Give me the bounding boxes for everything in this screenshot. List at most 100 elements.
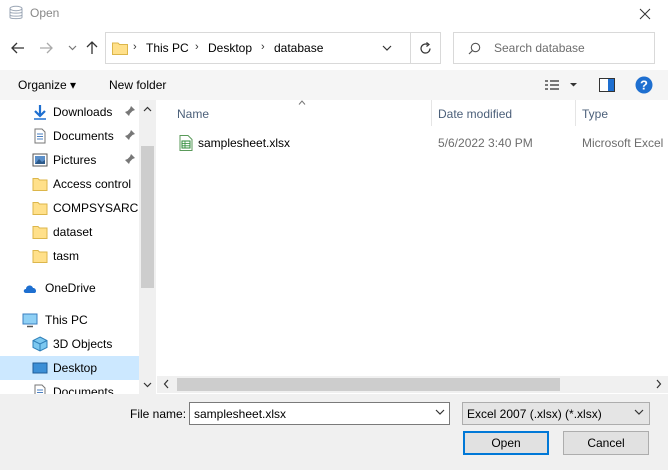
scroll-right-icon bbox=[656, 379, 662, 389]
sidebar-item-label: Documents bbox=[53, 385, 114, 394]
title-bar: Open bbox=[0, 0, 668, 28]
back-button[interactable] bbox=[8, 38, 28, 58]
folder-icon bbox=[32, 178, 48, 191]
search-icon bbox=[468, 42, 481, 55]
folder-icon bbox=[32, 226, 48, 239]
cube-icon bbox=[32, 336, 48, 352]
sidebar-item-compsysarch[interactable]: COMPSYSARCH bbox=[0, 196, 147, 220]
scroll-up-icon bbox=[143, 106, 152, 112]
sidebar-item-label: 3D Objects bbox=[53, 337, 113, 351]
pin-icon bbox=[125, 154, 135, 164]
up-button[interactable] bbox=[82, 38, 102, 58]
column-header-date-modified[interactable]: Date modified bbox=[438, 107, 512, 121]
forward-button[interactable] bbox=[36, 38, 56, 58]
chevron-down-icon[interactable] bbox=[435, 409, 445, 415]
sidebar-item-access-control[interactable]: Access control bbox=[0, 172, 139, 196]
pin-icon bbox=[125, 130, 135, 140]
sidebar-item-downloads[interactable]: Downloads bbox=[0, 100, 139, 124]
search-input[interactable] bbox=[494, 39, 649, 57]
sort-ascending-icon bbox=[298, 100, 306, 105]
chevron-down-icon bbox=[634, 409, 644, 415]
scroll-down-icon bbox=[143, 382, 152, 388]
help-button[interactable]: ? bbox=[635, 76, 653, 97]
file-date-modified: 5/6/2022 3:40 PM bbox=[438, 136, 533, 150]
dialog-footer: File name: Excel 2007 (.xlsx) (*.xlsx) O… bbox=[0, 394, 668, 470]
help-icon: ? bbox=[635, 76, 653, 94]
computer-icon bbox=[22, 313, 38, 328]
file-list: Name Date modified Type samplesheet.xlsx… bbox=[157, 100, 668, 376]
column-divider[interactable] bbox=[431, 100, 432, 126]
scrollbar-thumb[interactable] bbox=[177, 378, 560, 391]
folder-icon bbox=[112, 42, 128, 55]
sidebar-item-label: COMPSYSARCH bbox=[53, 201, 148, 215]
column-divider[interactable] bbox=[575, 100, 576, 126]
breadcrumb-this-pc[interactable]: This PC bbox=[146, 41, 189, 55]
sidebar-item-onedrive[interactable]: OneDrive bbox=[0, 276, 139, 300]
file-name-combobox[interactable] bbox=[189, 402, 450, 425]
sidebar-item-label: This PC bbox=[45, 313, 88, 327]
navigation-pane: Downloads Documents Pictures Access cont… bbox=[0, 100, 156, 394]
refresh-button[interactable] bbox=[410, 32, 440, 64]
organize-button[interactable]: Organize ▾ bbox=[18, 78, 76, 92]
folder-icon bbox=[32, 202, 48, 215]
document-icon bbox=[34, 384, 46, 394]
sidebar-item-documents-pc[interactable]: Documents bbox=[0, 380, 139, 394]
details-view-icon bbox=[545, 80, 577, 90]
cloud-icon bbox=[23, 285, 37, 293]
file-row[interactable]: samplesheet.xlsx 5/6/2022 3:40 PM Micros… bbox=[173, 132, 668, 154]
breadcrumb-separator: › bbox=[261, 41, 265, 53]
breadcrumb-separator: › bbox=[133, 41, 137, 53]
arrow-right-icon bbox=[40, 42, 53, 54]
chevron-down-icon bbox=[382, 45, 392, 51]
command-bar: Organize ▾ New folder ? bbox=[0, 70, 668, 100]
sidebar-item-dataset[interactable]: dataset bbox=[0, 220, 139, 244]
sidebar-item-3d-objects[interactable]: 3D Objects bbox=[0, 332, 139, 356]
download-icon bbox=[34, 105, 46, 120]
arrow-left-icon bbox=[11, 42, 24, 54]
breadcrumb-separator: › bbox=[195, 41, 199, 53]
preview-pane-button[interactable] bbox=[599, 78, 615, 95]
scrollbar-thumb[interactable] bbox=[141, 146, 154, 288]
sidebar-item-tasm[interactable]: tasm bbox=[0, 244, 139, 268]
sidebar-item-desktop[interactable]: Desktop bbox=[0, 356, 139, 380]
sidebar-item-pictures[interactable]: Pictures bbox=[0, 148, 139, 172]
sidebar-item-label: Downloads bbox=[53, 105, 113, 119]
sidebar-item-label: Desktop bbox=[53, 361, 98, 375]
sidebar-item-label: Documents bbox=[53, 129, 114, 143]
file-name-input[interactable] bbox=[194, 406, 424, 422]
picture-icon bbox=[32, 153, 48, 167]
file-name: samplesheet.xlsx bbox=[198, 136, 291, 150]
chevron-down-icon bbox=[68, 45, 76, 51]
close-button[interactable] bbox=[622, 0, 668, 28]
sidebar-item-label: Pictures bbox=[53, 153, 97, 167]
column-header-name[interactable]: Name bbox=[177, 107, 209, 121]
desktop-icon bbox=[32, 362, 48, 374]
breadcrumb-database[interactable]: database bbox=[274, 41, 323, 55]
refresh-icon bbox=[420, 41, 431, 54]
horizontal-scrollbar[interactable] bbox=[157, 376, 668, 393]
sidebar-item-documents[interactable]: Documents bbox=[0, 124, 139, 148]
file-name-label: File name: bbox=[130, 407, 187, 421]
preview-pane-icon bbox=[599, 78, 615, 92]
sidebar-item-this-pc[interactable]: This PC bbox=[0, 308, 139, 332]
excel-file-icon bbox=[179, 135, 193, 151]
recent-locations-button[interactable] bbox=[62, 38, 82, 58]
address-dropdown-button[interactable] bbox=[382, 40, 392, 54]
sidebar-item-label: OneDrive bbox=[45, 281, 96, 295]
open-button[interactable]: Open bbox=[463, 431, 549, 455]
navigation-scrollbar[interactable] bbox=[139, 100, 156, 394]
file-type-select[interactable]: Excel 2007 (.xlsx) (*.xlsx) bbox=[462, 402, 650, 425]
breadcrumb-desktop[interactable]: Desktop bbox=[208, 41, 252, 55]
change-view-button[interactable] bbox=[544, 78, 580, 95]
new-folder-button[interactable]: New folder bbox=[109, 78, 166, 92]
document-icon bbox=[34, 128, 46, 144]
sidebar-item-label: tasm bbox=[53, 249, 80, 263]
folder-icon bbox=[32, 250, 48, 263]
column-header-type[interactable]: Type bbox=[582, 107, 608, 121]
cancel-button[interactable]: Cancel bbox=[563, 431, 649, 455]
sidebar-item-label: Access control bbox=[53, 177, 132, 191]
close-icon bbox=[639, 8, 651, 20]
search-box[interactable] bbox=[453, 32, 655, 64]
svg-text:?: ? bbox=[640, 78, 648, 93]
file-type-selected: Excel 2007 (.xlsx) (*.xlsx) bbox=[467, 407, 602, 421]
